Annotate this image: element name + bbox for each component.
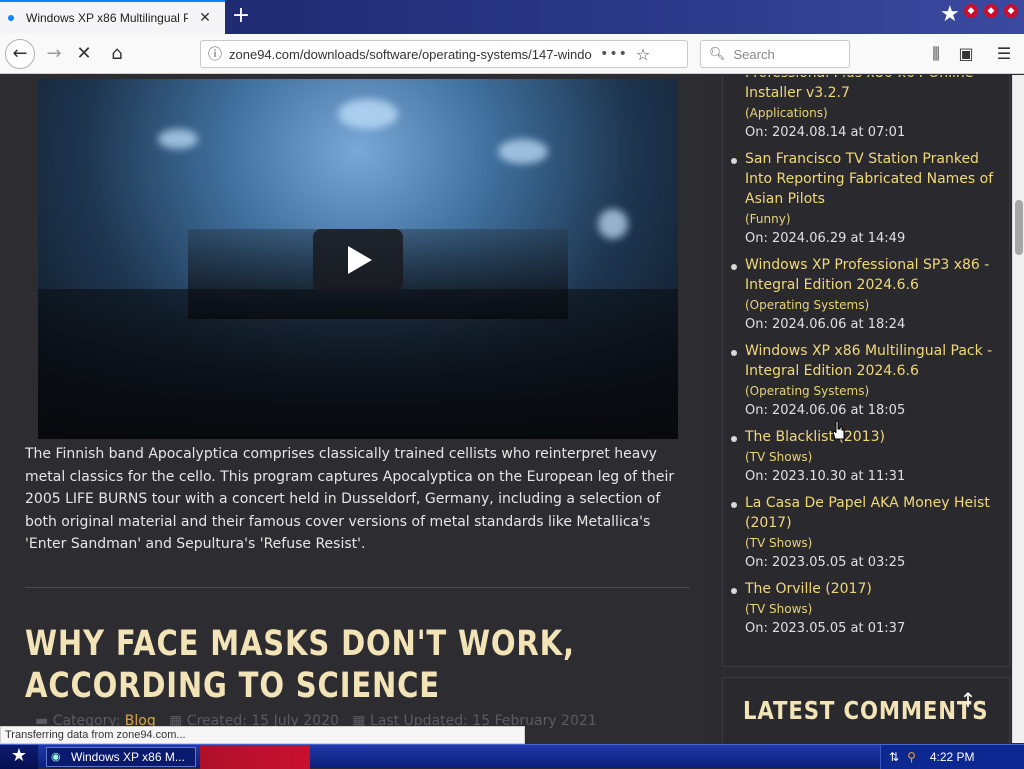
new-tab-button[interactable]: + — [228, 4, 254, 30]
item-title-link[interactable]: Professional Plus x86-x64 Online Install… — [745, 75, 995, 103]
item-date: On: 2024.08.14 at 07:01 — [745, 125, 906, 140]
taskbar: ★ ◉ Windows XP x86 M... ⇅ ⚲ 4:22 PM — [0, 744, 1024, 769]
tab-strip: Windows XP x86 Multilingual Pack ✕ + ★ ◆… — [0, 0, 1024, 34]
search-tray-icon[interactable]: ⚲ — [907, 750, 916, 764]
list-item: Windows XP x86 Multilingual Pack - Integ… — [731, 341, 995, 421]
page-actions-icon[interactable]: ••• — [599, 46, 629, 62]
page-scrollbar[interactable] — [1012, 75, 1024, 743]
back-button[interactable]: ← — [5, 39, 35, 69]
home-button[interactable]: ⌂ — [103, 40, 131, 68]
item-category[interactable]: (Operating Systems) — [745, 381, 995, 401]
crowd-image — [38, 289, 678, 439]
loading-dot-icon — [8, 15, 14, 21]
latest-items-sidebar: Professional Plus x86-x64 Online Install… — [722, 75, 1010, 667]
item-title-link[interactable]: The Blacklist (2013) — [745, 427, 995, 447]
status-bar: Transferring data from zone94.com... — [0, 726, 525, 744]
item-category[interactable]: (TV Shows) — [745, 533, 995, 553]
sidebar-icon[interactable]: ▣ — [952, 40, 980, 68]
hand-cursor-icon — [832, 420, 845, 440]
list-item: San Francisco TV Station Pranked Into Re… — [731, 149, 995, 249]
close-window-icon[interactable]: ◆ — [1004, 4, 1018, 18]
system-tray: ⇅ ⚲ 4:22 PM — [880, 745, 1024, 769]
taskbar-window-label: Windows XP x86 M... — [71, 750, 185, 764]
taskbar-decoration — [200, 745, 310, 769]
item-title-link[interactable]: La Casa De Papel AKA Money Heist (2017) — [745, 493, 995, 533]
browser-tab[interactable]: Windows XP x86 Multilingual Pack ✕ — [0, 0, 225, 34]
url-text[interactable]: zone94.com/downloads/software/operating-… — [229, 47, 599, 62]
url-bar[interactable]: ⓘ zone94.com/downloads/software/operatin… — [200, 40, 688, 68]
info-icon[interactable]: ⓘ — [201, 44, 229, 64]
star-icon: ★ — [940, 2, 960, 27]
item-date: On: 2023.05.05 at 03:25 — [745, 555, 906, 570]
search-box[interactable]: 🔍︎ — [700, 40, 850, 68]
scroll-to-top-icon[interactable]: ↑ — [955, 688, 981, 714]
navigation-toolbar: ← → ✕ ⌂ ⓘ zone94.com/downloads/software/… — [0, 34, 1024, 74]
item-title-link[interactable]: Windows XP x86 Multilingual Pack - Integ… — [745, 341, 995, 381]
item-category[interactable]: (TV Shows) — [745, 447, 995, 467]
item-category[interactable]: (Funny) — [745, 209, 995, 229]
video-player[interactable] — [38, 79, 678, 439]
item-date: On: 2023.10.30 at 11:31 — [745, 469, 906, 484]
firefox-icon: ◉ — [51, 750, 61, 763]
bookmark-star-icon[interactable]: ☆ — [629, 45, 657, 64]
close-tab-icon[interactable]: ✕ — [196, 10, 214, 26]
latest-items-list: Professional Plus x86-x64 Online Install… — [731, 75, 995, 645]
article-description: The Finnish band Apocalyptica comprises … — [25, 446, 675, 552]
item-date: On: 2024.06.06 at 18:05 — [745, 403, 906, 418]
main-column: The Finnish band Apocalyptica comprises … — [0, 75, 705, 743]
list-item: The Orville (2017) (TV Shows) On: 2023.0… — [731, 579, 995, 639]
menu-icon[interactable]: ☰ — [990, 40, 1018, 68]
item-date: On: 2023.05.05 at 01:37 — [745, 621, 906, 636]
window-controls: ◆ ◆ ◆ — [964, 4, 1018, 18]
item-category[interactable]: (TV Shows) — [745, 599, 995, 619]
stop-button[interactable]: ✕ — [70, 40, 98, 68]
start-button[interactable]: ★ — [0, 745, 38, 769]
item-title-link[interactable]: Windows XP Professional SP3 x86 - Integr… — [745, 255, 995, 295]
item-title-link[interactable]: The Orville (2017) — [745, 579, 995, 599]
item-title-link[interactable]: San Francisco TV Station Pranked Into Re… — [745, 149, 995, 209]
article-title-link[interactable]: WHY FACE MASKS DON'T WORK, ACCORDING TO … — [25, 623, 689, 707]
forward-button[interactable]: → — [40, 40, 68, 68]
library-icon[interactable]: ⫼ — [922, 40, 950, 68]
play-button[interactable] — [313, 229, 403, 291]
network-icon[interactable]: ⇅ — [889, 750, 899, 764]
list-item: The Blacklist (2013) (TV Shows) On: 2023… — [731, 427, 995, 487]
latest-comments-heading: LATEST COMMENTS — [743, 696, 989, 725]
item-category[interactable]: (Applications) — [745, 103, 995, 123]
list-item: Windows XP Professional SP3 x86 - Integr… — [731, 255, 995, 335]
tab-title: Windows XP x86 Multilingual Pack — [26, 11, 188, 25]
list-item: Professional Plus x86-x64 Online Install… — [745, 75, 995, 143]
web-page: The Finnish band Apocalyptica comprises … — [0, 75, 1012, 743]
minimize-icon[interactable]: ◆ — [964, 4, 978, 18]
item-date: On: 2024.06.06 at 18:24 — [745, 317, 906, 332]
clock[interactable]: 4:22 PM — [930, 750, 975, 764]
item-date: On: 2024.06.29 at 14:49 — [745, 231, 906, 246]
search-input[interactable] — [733, 46, 844, 62]
list-item: La Casa De Papel AKA Money Heist (2017) … — [731, 493, 995, 573]
divider — [25, 587, 690, 588]
search-icon: 🔍︎ — [709, 46, 726, 62]
taskbar-window-button[interactable]: ◉ Windows XP x86 M... — [46, 747, 196, 767]
item-category[interactable]: (Operating Systems) — [745, 295, 995, 315]
maximize-icon[interactable]: ◆ — [984, 4, 998, 18]
latest-comments-module: LATEST COMMENTS ↑ — [722, 677, 1010, 743]
scrollbar-thumb[interactable] — [1015, 200, 1023, 255]
